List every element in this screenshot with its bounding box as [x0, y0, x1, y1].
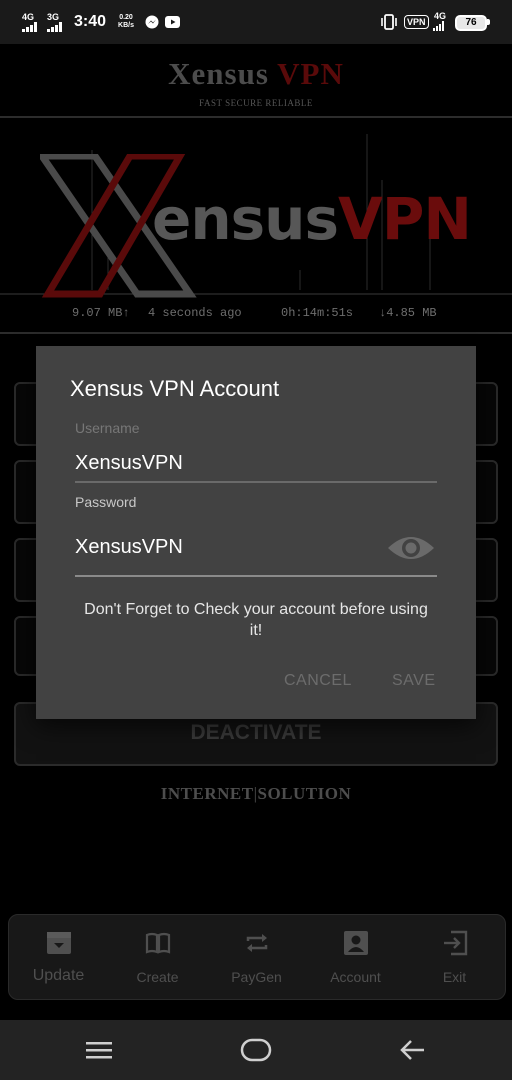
- vpn-badge: VPN: [404, 15, 429, 29]
- account-box-icon: [344, 931, 368, 955]
- graph-logo-part1: ensus: [152, 185, 339, 253]
- nav-label-create: Create: [136, 969, 179, 985]
- upload-arrow-icon: ↑: [122, 306, 130, 320]
- nav-item-exit[interactable]: Exit: [405, 915, 504, 999]
- brand-title: Xensus VPN: [0, 56, 512, 92]
- dialog-message: Don't Forget to Check your account befor…: [84, 601, 428, 639]
- visibility-eye-icon[interactable]: [386, 532, 436, 564]
- back-icon[interactable]: [398, 1038, 426, 1062]
- signal-icon: [22, 22, 37, 32]
- dialog-title: Xensus VPN Account: [70, 376, 280, 401]
- nav-label-update: Update: [32, 967, 85, 984]
- vibrate-icon: [381, 14, 397, 30]
- menu-icon[interactable]: [86, 1040, 114, 1060]
- nav-item-paygen[interactable]: PayGen: [207, 915, 306, 999]
- system-navigation-bar: [0, 1020, 512, 1080]
- footer-part2: SOLUTION: [257, 784, 352, 803]
- duration-stat: 0h:14m:51s: [281, 306, 354, 320]
- brand-tagline: FAST SECURE RELIABLE: [199, 98, 313, 108]
- username-label: Username: [75, 420, 140, 436]
- speed-unit: KB/s: [118, 22, 134, 29]
- book-icon: [145, 932, 171, 954]
- nav-item-update[interactable]: Update: [9, 915, 108, 999]
- upload-value: 9.07 MB: [72, 306, 123, 320]
- nav-label-paygen: PayGen: [231, 969, 282, 985]
- speed-value: 0.20: [119, 14, 133, 21]
- signal-icon: [47, 22, 62, 32]
- clock-time: 3:40: [74, 13, 107, 30]
- password-underline: [75, 575, 437, 577]
- graph-logo-part2: VPN: [337, 185, 472, 253]
- nav-item-create[interactable]: Create: [108, 915, 207, 999]
- cancel-button[interactable]: CANCEL: [284, 672, 352, 690]
- last-update-stat: 4 seconds ago: [148, 306, 242, 320]
- network-speed: 0.20 KB/s: [115, 14, 137, 30]
- status-bar: 4G 3G 3:40 0.20 KB/s VPN 4G 76: [0, 0, 512, 44]
- divider: [0, 332, 512, 334]
- username-field[interactable]: XensusVPN: [75, 452, 435, 475]
- footer-brand: INTERNET|SOLUTION: [0, 784, 512, 804]
- archive-icon: [47, 932, 71, 954]
- youtube-icon: [165, 16, 180, 28]
- save-button[interactable]: SAVE: [392, 672, 436, 690]
- exit-icon: [444, 930, 468, 956]
- repeat-icon: [246, 934, 268, 952]
- signal-icon: [433, 21, 444, 31]
- nav-item-account[interactable]: Account: [306, 915, 405, 999]
- bottom-navigation: Update Create PayGen Account Exit: [8, 914, 506, 1000]
- brand-title-part2: VPN: [277, 56, 344, 91]
- password-field[interactable]: XensusVPN: [75, 536, 375, 559]
- brand-title-part1: Xensus: [168, 56, 269, 91]
- network-4g-label: 4G: [22, 12, 35, 22]
- traffic-graph: ensusVPN: [0, 120, 512, 300]
- home-icon[interactable]: [240, 1038, 272, 1062]
- battery-tip: [487, 19, 490, 25]
- footer-part1: INTERNET: [160, 784, 254, 803]
- nav-label-account: Account: [330, 969, 381, 985]
- download-stat: ↓4.85 MB: [379, 306, 437, 320]
- network-4g-label: 4G: [434, 11, 447, 21]
- nav-label-exit: Exit: [442, 969, 467, 985]
- battery-indicator: 76: [455, 15, 487, 31]
- network-3g-label: 3G: [47, 12, 60, 22]
- download-value: 4.85 MB: [386, 306, 437, 320]
- messenger-icon: [145, 15, 159, 29]
- account-dialog: Xensus VPN Account Username XensusVPN Pa…: [36, 346, 476, 719]
- graph-logo-text: ensusVPN: [152, 184, 472, 254]
- password-label: Password: [75, 494, 137, 510]
- divider: [0, 116, 512, 118]
- username-underline: [75, 481, 437, 483]
- upload-stat: 9.07 MB↑: [72, 306, 130, 320]
